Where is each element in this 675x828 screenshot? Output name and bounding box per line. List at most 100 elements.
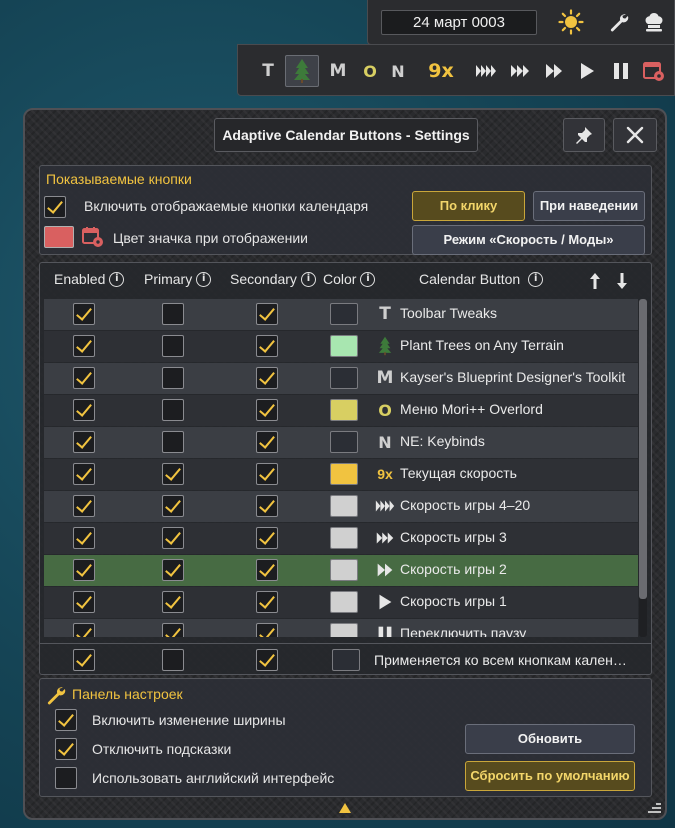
all-secondary-checkbox[interactable] <box>256 649 278 671</box>
enabled-checkbox[interactable] <box>73 431 95 453</box>
disable-tooltips-checkbox[interactable] <box>55 738 77 760</box>
color-swatch[interactable] <box>330 527 358 549</box>
info-icon[interactable]: i <box>300 271 316 287</box>
refresh-button[interactable]: Обновить <box>465 724 635 754</box>
color-swatch[interactable] <box>330 431 358 453</box>
primary-checkbox[interactable] <box>162 591 184 613</box>
enabled-checkbox[interactable] <box>73 623 95 637</box>
secondary-checkbox[interactable] <box>256 463 278 485</box>
reset-defaults-button[interactable]: Сбросить по умолчанию <box>465 761 635 791</box>
table-row[interactable]: M Kayser's Blueprint Designer's Toolkit <box>44 363 638 394</box>
close-button[interactable] <box>613 118 657 152</box>
enabled-checkbox[interactable] <box>73 367 95 389</box>
table-row[interactable]: Скорость игры 1 <box>44 587 638 618</box>
table-row[interactable]: O Меню Mori++ Overlord <box>44 395 638 426</box>
header-primary: Primary i <box>144 271 212 287</box>
calendar-settings-icon[interactable] <box>642 59 666 83</box>
current-speed-button[interactable]: 9x <box>424 55 458 87</box>
color-swatch[interactable] <box>330 591 358 613</box>
ne-keybinds-button[interactable]: N <box>388 55 408 87</box>
all-enabled-checkbox[interactable] <box>73 649 95 671</box>
on-click-button[interactable]: По клику <box>412 191 525 221</box>
secondary-checkbox[interactable] <box>256 559 278 581</box>
enable-shown-buttons-checkbox[interactable] <box>44 196 66 218</box>
table-row[interactable]: Переключить паузу <box>44 619 638 637</box>
table-row[interactable]: Скорость игры 4–20 <box>44 491 638 522</box>
table-row[interactable]: Скорость игры 2 <box>44 555 638 586</box>
secondary-checkbox[interactable] <box>256 399 278 421</box>
chef-hat-icon[interactable] <box>643 11 665 33</box>
info-icon[interactable]: i <box>109 271 125 287</box>
speed-mods-mode-button[interactable]: Режим «Скорость / Моды» <box>412 225 645 255</box>
sort-down-icon[interactable] <box>616 272 628 290</box>
primary-checkbox[interactable] <box>162 495 184 517</box>
enabled-checkbox[interactable] <box>73 303 95 325</box>
color-swatch[interactable] <box>330 463 358 485</box>
color-swatch[interactable] <box>330 559 358 581</box>
button-name: Plant Trees on Any Terrain <box>400 337 564 353</box>
primary-checkbox[interactable] <box>162 367 184 389</box>
sort-up-icon[interactable] <box>589 272 601 290</box>
secondary-checkbox[interactable] <box>256 303 278 325</box>
enabled-checkbox[interactable] <box>73 591 95 613</box>
plant-trees-button[interactable] <box>285 55 319 87</box>
speed-3-icon[interactable] <box>508 59 532 83</box>
color-swatch[interactable] <box>330 495 358 517</box>
info-icon[interactable]: i <box>360 271 376 287</box>
table-row[interactable]: Plant Trees on Any Terrain <box>44 331 638 362</box>
secondary-checkbox[interactable] <box>256 335 278 357</box>
icon-color-swatch[interactable] <box>44 226 74 248</box>
primary-checkbox[interactable] <box>162 431 184 453</box>
info-icon[interactable]: i <box>196 271 212 287</box>
sun-icon[interactable] <box>558 9 584 35</box>
table-row[interactable]: Скорость игры 3 <box>44 523 638 554</box>
primary-checkbox[interactable] <box>162 623 184 637</box>
blueprint-toolkit-button[interactable]: M <box>327 55 349 87</box>
primary-checkbox[interactable] <box>162 527 184 549</box>
color-swatch[interactable] <box>330 367 358 389</box>
width-change-checkbox[interactable] <box>55 709 77 731</box>
color-swatch[interactable] <box>330 303 358 325</box>
english-ui-checkbox[interactable] <box>55 767 77 789</box>
enabled-checkbox[interactable] <box>73 463 95 485</box>
speed-2-icon[interactable] <box>542 59 566 83</box>
toolbar-tweaks-button[interactable]: T <box>257 55 279 87</box>
table-row[interactable]: N NE: Keybinds <box>44 427 638 458</box>
primary-checkbox[interactable] <box>162 463 184 485</box>
color-swatch[interactable] <box>330 623 358 637</box>
secondary-checkbox[interactable] <box>256 591 278 613</box>
mori-overlord-button[interactable]: O <box>360 55 380 87</box>
primary-checkbox[interactable] <box>162 335 184 357</box>
wrench-icon[interactable] <box>609 12 629 32</box>
primary-checkbox[interactable] <box>162 303 184 325</box>
pause-icon[interactable] <box>609 59 633 83</box>
enabled-checkbox[interactable] <box>73 527 95 549</box>
all-color-swatch[interactable] <box>332 649 360 671</box>
secondary-checkbox[interactable] <box>256 367 278 389</box>
enabled-checkbox[interactable] <box>73 335 95 357</box>
resize-handle-icon[interactable] <box>647 802 661 814</box>
collapse-arrow-icon[interactable] <box>338 802 352 814</box>
on-hover-button[interactable]: При наведении <box>533 191 645 221</box>
table-scrollbar[interactable] <box>639 299 647 637</box>
speed-4-icon[interactable] <box>474 59 498 83</box>
enabled-checkbox[interactable] <box>73 559 95 581</box>
enabled-checkbox[interactable] <box>73 399 95 421</box>
all-primary-checkbox[interactable] <box>162 649 184 671</box>
secondary-checkbox[interactable] <box>256 527 278 549</box>
color-swatch[interactable] <box>330 399 358 421</box>
enabled-checkbox[interactable] <box>73 495 95 517</box>
secondary-checkbox[interactable] <box>256 431 278 453</box>
primary-checkbox[interactable] <box>162 399 184 421</box>
color-swatch[interactable] <box>330 335 358 357</box>
primary-checkbox[interactable] <box>162 559 184 581</box>
table-row[interactable]: 9x Текущая скорость <box>44 459 638 490</box>
table-row[interactable]: T Toolbar Tweaks <box>44 299 638 330</box>
play-icon[interactable] <box>575 59 599 83</box>
pin-button[interactable] <box>563 118 605 152</box>
scrollbar-thumb[interactable] <box>639 299 647 599</box>
secondary-checkbox[interactable] <box>256 623 278 637</box>
date-display[interactable]: 24 март 0003 <box>381 10 537 35</box>
secondary-checkbox[interactable] <box>256 495 278 517</box>
info-icon[interactable]: i <box>528 271 544 287</box>
